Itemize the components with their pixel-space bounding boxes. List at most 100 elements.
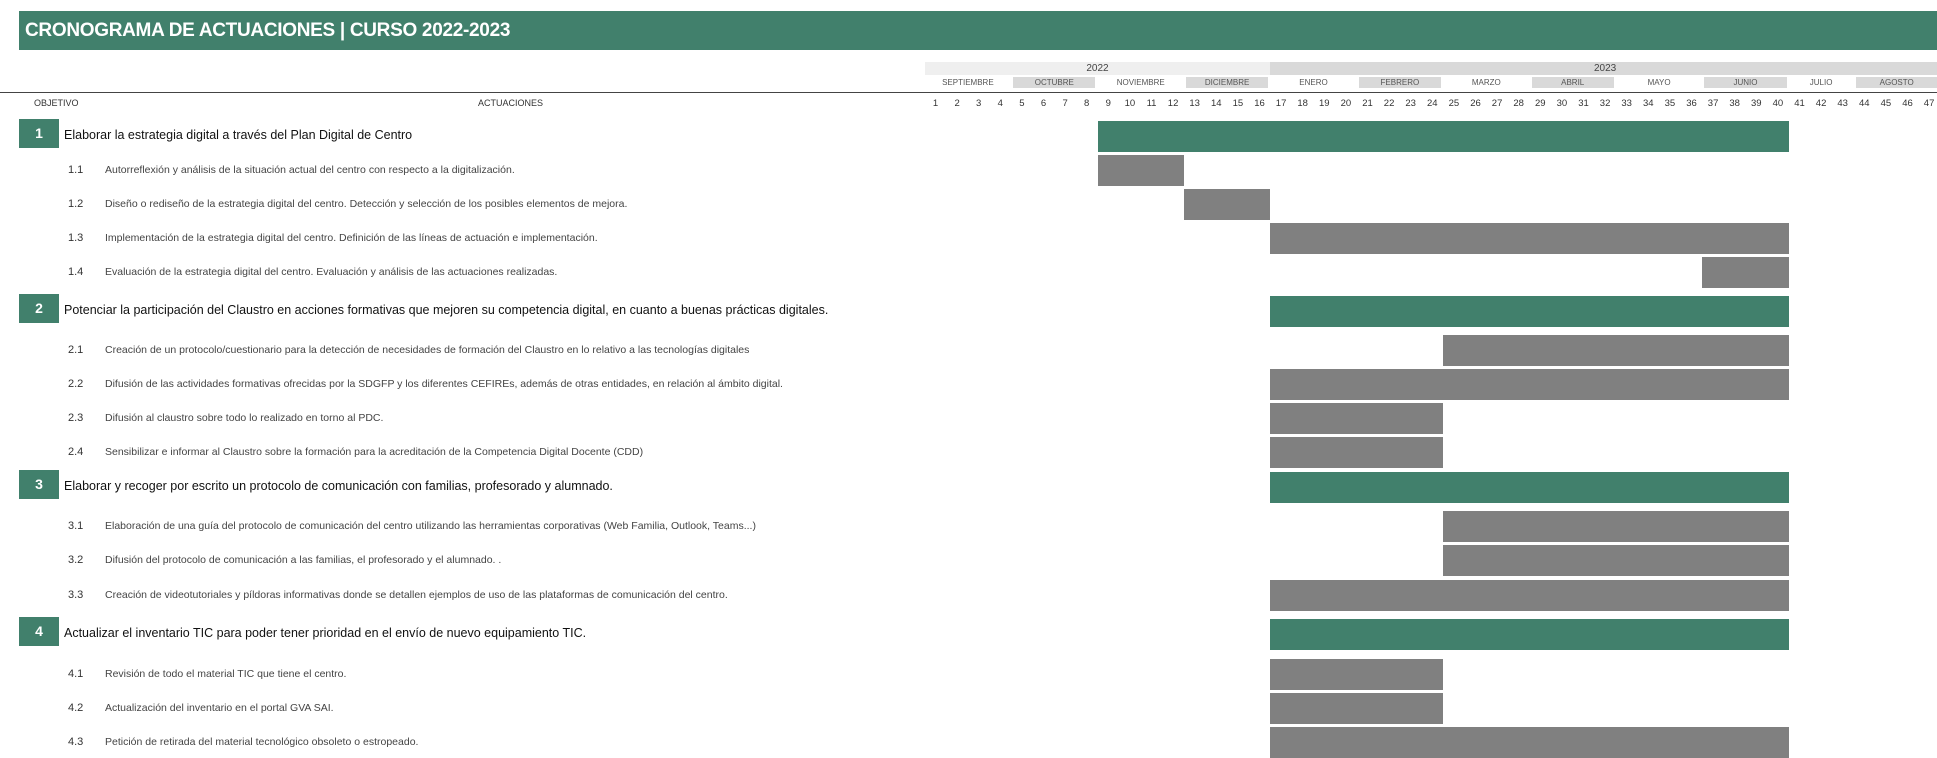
activity-description: Implementación de la estrategia digital … — [105, 232, 598, 244]
activity-description: Revisión de todo el material TIC que tie… — [105, 668, 346, 680]
week-number: 12 — [1162, 98, 1184, 109]
activity-description: Difusión de las actividades formativas o… — [105, 378, 783, 390]
month-label: JUNIO — [1704, 77, 1786, 88]
activity-bar — [1443, 545, 1789, 576]
week-number: 14 — [1205, 98, 1227, 109]
activity-number: 2.4 — [68, 446, 83, 458]
objective-number: 1 — [19, 119, 59, 148]
month-label: ENERO — [1272, 77, 1354, 88]
activity-bar — [1270, 223, 1788, 254]
objetivo-header: OBJETIVO — [34, 98, 79, 108]
week-number: 5 — [1011, 98, 1033, 109]
week-number: 40 — [1767, 98, 1789, 109]
week-number: 15 — [1227, 98, 1249, 109]
activity-number: 4.2 — [68, 702, 83, 714]
activity-bar — [1270, 727, 1788, 758]
activity-number: 1.1 — [68, 164, 83, 176]
objective-number: 3 — [19, 470, 59, 499]
week-number: 3 — [968, 98, 990, 109]
activity-description: Difusión al claustro sobre todo lo reali… — [105, 412, 383, 424]
activity-bar — [1270, 693, 1443, 724]
week-number: 11 — [1141, 98, 1163, 109]
week-number: 16 — [1249, 98, 1271, 109]
activity-description: Actualización del inventario en el porta… — [105, 702, 334, 714]
activity-description: Autorreflexión y análisis de la situació… — [105, 164, 515, 176]
activity-bar — [1443, 335, 1789, 366]
week-number: 33 — [1616, 98, 1638, 109]
week-number: 24 — [1421, 98, 1443, 109]
activity-bar — [1702, 257, 1788, 288]
activity-bar — [1270, 580, 1788, 611]
activity-description: Creación de un protocolo/cuestionario pa… — [105, 344, 749, 356]
week-number: 19 — [1313, 98, 1335, 109]
activity-description: Sensibilizar e informar al Claustro sobr… — [105, 446, 643, 458]
activity-bar — [1443, 511, 1789, 542]
month-label: JULIO — [1791, 77, 1852, 88]
week-number: 21 — [1357, 98, 1379, 109]
week-number: 36 — [1681, 98, 1703, 109]
week-number: 30 — [1551, 98, 1573, 109]
week-number: 9 — [1097, 98, 1119, 109]
week-number: 22 — [1378, 98, 1400, 109]
week-number: 44 — [1853, 98, 1875, 109]
activity-description: Diseño o rediseño de la estrategia digit… — [105, 198, 627, 210]
activity-description: Petición de retirada del material tecnol… — [105, 736, 418, 748]
week-number: 41 — [1789, 98, 1811, 109]
month-label: ABRIL — [1532, 77, 1614, 88]
objective-number: 4 — [19, 617, 59, 646]
week-number: 4 — [989, 98, 1011, 109]
week-number: 31 — [1573, 98, 1595, 109]
objective-bar — [1098, 121, 1789, 152]
week-number: 25 — [1443, 98, 1465, 109]
activity-number: 1.3 — [68, 232, 83, 244]
week-number: 23 — [1400, 98, 1422, 109]
week-number: 37 — [1702, 98, 1724, 109]
header-divider — [0, 92, 1937, 93]
week-number: 39 — [1745, 98, 1767, 109]
objective-title: Actualizar el inventario TIC para poder … — [64, 626, 586, 640]
week-number: 47 — [1918, 98, 1937, 109]
week-number: 10 — [1119, 98, 1141, 109]
activity-number: 3.2 — [68, 554, 83, 566]
week-number: 18 — [1292, 98, 1314, 109]
activity-number: 3.1 — [68, 520, 83, 532]
activity-description: Elaboración de una guía del protocolo de… — [105, 520, 756, 532]
week-number: 32 — [1594, 98, 1616, 109]
week-number: 28 — [1508, 98, 1530, 109]
week-number: 13 — [1184, 98, 1206, 109]
week-number: 34 — [1637, 98, 1659, 109]
activity-bar — [1270, 437, 1443, 468]
week-number: 42 — [1810, 98, 1832, 109]
month-label: FEBRERO — [1359, 77, 1441, 88]
week-number: 27 — [1486, 98, 1508, 109]
week-number: 2 — [946, 98, 968, 109]
week-number: 1 — [925, 98, 947, 109]
activity-number: 4.1 — [68, 668, 83, 680]
month-label: SEPTIEMBRE — [927, 77, 1009, 88]
page-title: CRONOGRAMA DE ACTUACIONES | CURSO 2022-2… — [19, 11, 1937, 50]
activity-number: 1.4 — [68, 266, 83, 278]
activity-bar — [1270, 403, 1443, 434]
week-number: 43 — [1832, 98, 1854, 109]
objective-title: Elaborar y recoger por escrito un protoc… — [64, 479, 613, 493]
week-number: 6 — [1033, 98, 1055, 109]
activity-description: Evaluación de la estrategia digital del … — [105, 266, 557, 278]
activity-number: 3.3 — [68, 589, 83, 601]
month-label: MAYO — [1618, 77, 1700, 88]
objective-number: 2 — [19, 294, 59, 323]
activity-number: 2.2 — [68, 378, 83, 390]
week-number: 17 — [1270, 98, 1292, 109]
week-number: 7 — [1054, 98, 1076, 109]
week-number: 46 — [1897, 98, 1919, 109]
objective-title: Elaborar la estrategia digital a través … — [64, 128, 412, 142]
week-number: 26 — [1465, 98, 1487, 109]
week-number: 20 — [1335, 98, 1357, 109]
activity-bar — [1184, 189, 1270, 220]
month-label: AGOSTO — [1856, 77, 1937, 88]
month-label: NOVIEMBRE — [1100, 77, 1182, 88]
week-number: 45 — [1875, 98, 1897, 109]
objective-bar — [1270, 296, 1788, 327]
week-number: 38 — [1724, 98, 1746, 109]
activity-bar — [1270, 369, 1788, 400]
year-label: 2022 — [925, 62, 1271, 75]
